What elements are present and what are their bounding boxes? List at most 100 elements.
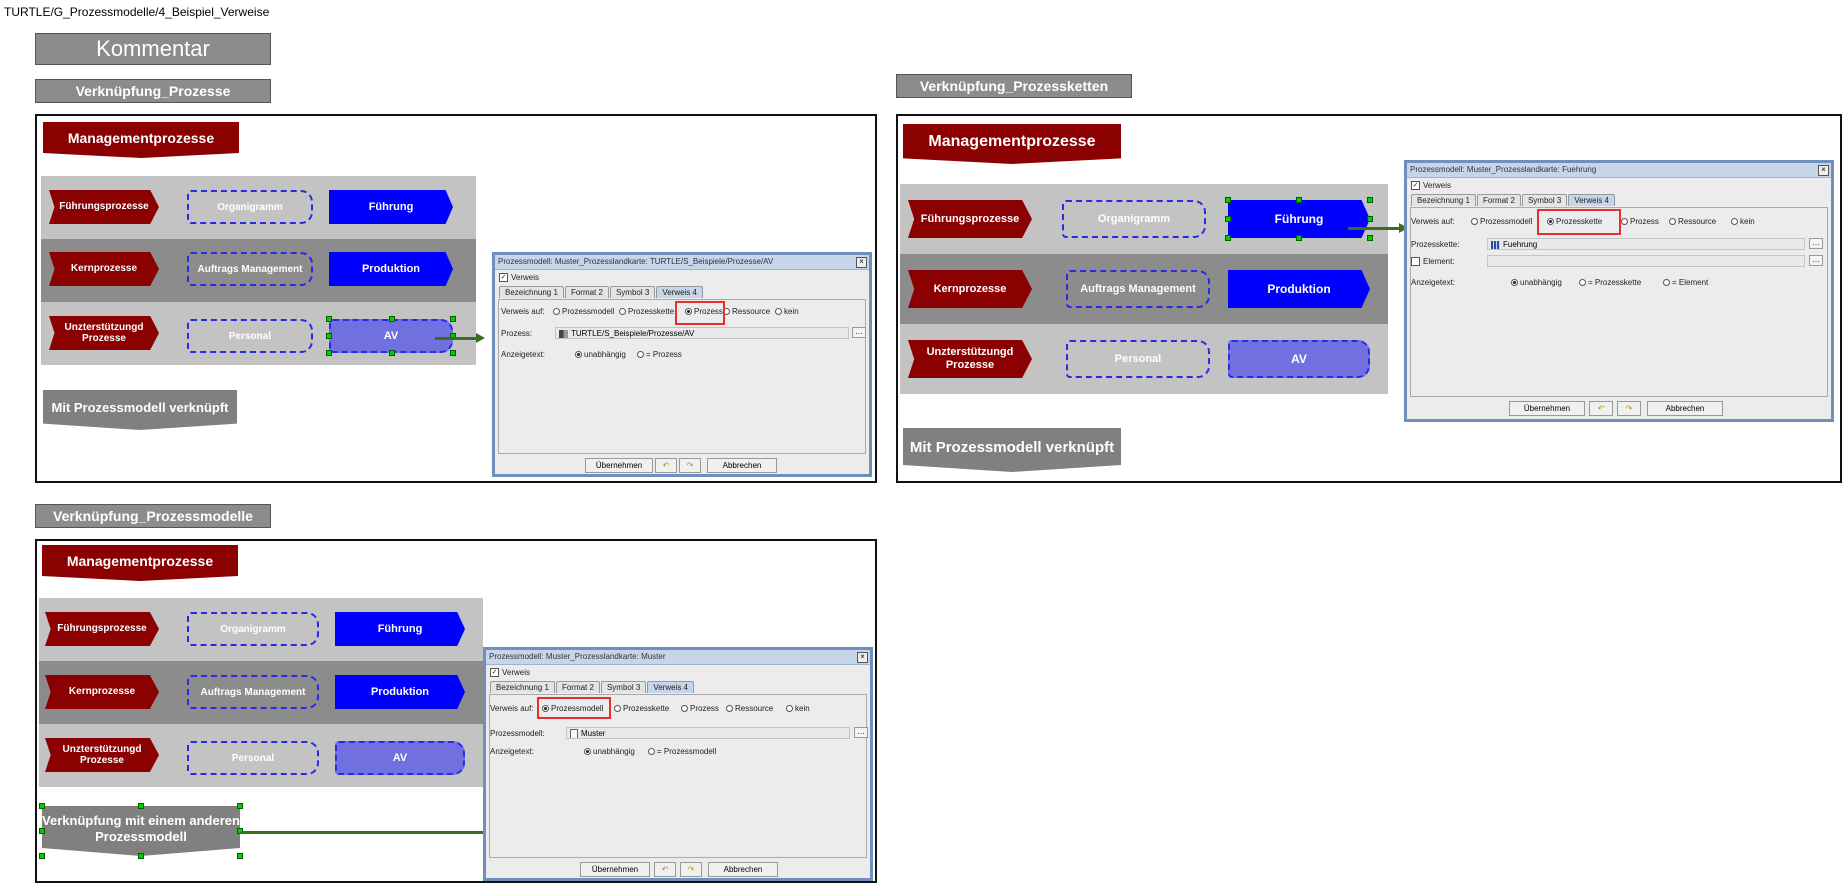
selection-handle[interactable] (237, 853, 243, 859)
box-organigramm[interactable]: Organigramm (1062, 200, 1206, 238)
box-personal[interactable]: Personal (187, 319, 313, 353)
box-fuehrung-selected[interactable]: Führung (1228, 200, 1370, 238)
radio-prozesskette[interactable]: Prozesskette (619, 307, 674, 316)
note-mit-prozessmodell[interactable]: Mit Prozessmodell verknüpft (903, 428, 1121, 472)
radio-prozess[interactable]: Prozess (1621, 217, 1659, 226)
chevron-kernprozesse[interactable]: Kernprozesse (908, 270, 1032, 308)
undo-button[interactable]: ↶ (655, 458, 677, 473)
selection-handle[interactable] (1367, 235, 1373, 241)
box-av[interactable]: AV (335, 741, 465, 775)
selection-handle[interactable] (1296, 197, 1302, 203)
close-icon[interactable]: × (857, 652, 868, 663)
redo-button[interactable]: ↷ (679, 458, 701, 473)
verweis-checkbox[interactable]: ✓ Verweis (490, 668, 530, 678)
radio-ressource[interactable]: Ressource (723, 307, 770, 316)
undo-button[interactable]: ↶ (654, 862, 676, 877)
selection-handle[interactable] (138, 853, 144, 859)
tab-bezeichnung[interactable]: Bezeichnung 1 (490, 681, 555, 693)
radio-kein[interactable]: kein (786, 704, 810, 713)
management-header[interactable]: Managementprozesse (43, 122, 239, 158)
radio-kein[interactable]: kein (1731, 217, 1755, 226)
close-icon[interactable]: × (1818, 165, 1829, 176)
browse-button[interactable]: … (854, 727, 868, 738)
selection-handle[interactable] (237, 803, 243, 809)
tab-verweis[interactable]: Verweis 4 (1568, 194, 1615, 206)
browse-button[interactable]: … (1809, 238, 1823, 249)
selection-handle[interactable] (389, 316, 395, 322)
box-auftrags-management[interactable]: Auftrags Management (1066, 270, 1210, 308)
box-organigramm[interactable]: Organigramm (187, 190, 313, 224)
chevron-fuehrungsprozesse[interactable]: Führungsprozesse (49, 190, 159, 224)
verweis-checkbox[interactable]: ✓ Verweis (1411, 181, 1451, 191)
chevron-unterstuetzungsprozesse[interactable]: Unzterstützungd Prozesse (45, 738, 159, 772)
box-fuehrung[interactable]: Führung (329, 190, 453, 224)
radio-gleich-prozessmodell[interactable]: = Prozessmodell (648, 747, 716, 756)
box-fuehrung[interactable]: Führung (335, 612, 465, 646)
close-icon[interactable]: × (856, 257, 867, 268)
box-av[interactable]: AV (1228, 340, 1370, 378)
selection-handle[interactable] (326, 316, 332, 322)
radio-prozessmodell[interactable]: Prozessmodell (1471, 217, 1532, 226)
selection-handle[interactable] (1296, 235, 1302, 241)
tab-symbol[interactable]: Symbol 3 (609, 286, 656, 298)
uebernehmen-button[interactable]: Übernehmen (580, 862, 650, 877)
selection-handle[interactable] (1367, 197, 1373, 203)
box-produktion[interactable]: Produktion (335, 675, 465, 709)
element-browse-button[interactable]: … (1809, 255, 1823, 266)
box-produktion[interactable]: Produktion (329, 252, 453, 286)
browse-button[interactable]: … (852, 327, 866, 338)
radio-unabhaengig[interactable]: unabhängig (584, 747, 635, 756)
abbrechen-button[interactable]: Abbrechen (707, 458, 777, 473)
abbrechen-button[interactable]: Abbrechen (1647, 401, 1723, 416)
selection-handle[interactable] (1367, 216, 1373, 222)
radio-prozess[interactable]: Prozess (681, 704, 719, 713)
redo-button[interactable]: ↷ (680, 862, 702, 877)
chevron-kernprozesse[interactable]: Kernprozesse (49, 252, 159, 286)
prozessmodell-field[interactable]: Muster (566, 727, 850, 739)
abbrechen-button[interactable]: Abbrechen (708, 862, 778, 877)
redo-button[interactable]: ↷ (1617, 401, 1641, 416)
box-auftrags-management[interactable]: Auftrags Management (187, 252, 313, 286)
box-auftrags-management[interactable]: Auftrags Management (187, 675, 319, 709)
tab-verweis[interactable]: Verweis 4 (656, 286, 703, 298)
prozess-field[interactable]: TURTLE/S_Beispiele/Prozesse/AV (555, 327, 849, 339)
selection-handle[interactable] (326, 333, 332, 339)
selection-handle[interactable] (39, 828, 45, 834)
radio-ressource[interactable]: Ressource (1669, 217, 1716, 226)
box-organigramm[interactable]: Organigramm (187, 612, 319, 646)
box-personal[interactable]: Personal (1066, 340, 1210, 378)
selection-handle[interactable] (1225, 216, 1231, 222)
radio-prozesskette[interactable]: Prozesskette (614, 704, 669, 713)
selection-handle[interactable] (326, 350, 332, 356)
radio-ressource[interactable]: Ressource (726, 704, 773, 713)
element-checkbox[interactable]: Element: (1411, 257, 1455, 267)
tab-format[interactable]: Format 2 (555, 681, 600, 693)
selection-handle[interactable] (39, 803, 45, 809)
tab-symbol[interactable]: Symbol 3 (1521, 194, 1568, 206)
undo-button[interactable]: ↶ (1589, 401, 1613, 416)
radio-gleich-prozess[interactable]: = Prozess (637, 350, 682, 359)
selection-handle[interactable] (389, 350, 395, 356)
box-av-selected[interactable]: AV (329, 319, 453, 353)
prozesskette-field[interactable]: Fuehrung (1487, 238, 1805, 250)
tab-verweis[interactable]: Verweis 4 (647, 681, 694, 693)
chevron-fuehrungsprozesse[interactable]: Führungsprozesse (45, 612, 159, 646)
uebernehmen-button[interactable]: Übernehmen (1509, 401, 1585, 416)
box-personal[interactable]: Personal (187, 741, 319, 775)
radio-gleich-prozesskette[interactable]: = Prozesskette (1579, 278, 1641, 287)
selection-handle[interactable] (1225, 235, 1231, 241)
tab-bezeichnung[interactable]: Bezeichnung 1 (499, 286, 564, 298)
chevron-fuehrungsprozesse[interactable]: Führungsprozesse (908, 200, 1032, 238)
box-produktion[interactable]: Produktion (1228, 270, 1370, 308)
uebernehmen-button[interactable]: Übernehmen (585, 458, 653, 473)
note-mit-prozessmodell[interactable]: Mit Prozessmodell verknüpft (43, 390, 237, 430)
selection-handle[interactable] (450, 350, 456, 356)
chevron-unterstuetzungsprozesse[interactable]: Unzterstützungd Prozesse (49, 316, 159, 350)
management-header[interactable]: Managementprozesse (903, 124, 1121, 164)
management-header[interactable]: Managementprozesse (42, 545, 238, 581)
radio-prozessmodell[interactable]: Prozessmodell (553, 307, 614, 316)
radio-gleich-element[interactable]: = Element (1663, 278, 1708, 287)
note-verknuepfung-prozessmodell-selected[interactable]: Verknüpfung mit einem anderen Prozessmod… (42, 806, 240, 856)
element-field[interactable] (1487, 255, 1805, 267)
tab-format[interactable]: Format 2 (564, 286, 609, 298)
